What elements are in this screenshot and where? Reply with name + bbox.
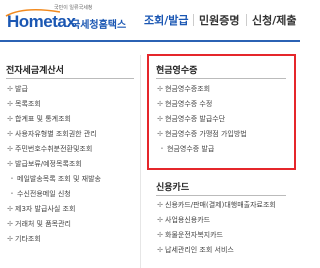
section-rule — [156, 78, 286, 79]
menu-item-label: 메일발송목록 조회 및 재발송 — [17, 175, 101, 183]
section-title-credit-card: 신용카드 — [156, 183, 190, 193]
menu-item-label: 주민번호수취분전환및조회 — [15, 145, 93, 153]
menu-item[interactable]: ✢ 목록조회 — [6, 97, 138, 112]
e-tax-invoice-menu: ✢ 발급 ✢ 목록조회 ✢ 합계표 및 통계조회 ✢ 사용자유형별 조회권한 관리 ✢ 주민번호수… — [6, 82, 138, 247]
plus-icon: ✢ — [157, 115, 163, 123]
plus-icon: ✢ — [157, 85, 163, 93]
menu-item[interactable]: ✢ 신용카드/판매(결제)대행매출자료조회 — [156, 198, 298, 213]
plus-icon: ✢ — [7, 235, 13, 243]
menu-item-label: 수신전용메일 신청 — [17, 190, 71, 198]
plus-icon: ✢ — [157, 100, 163, 108]
section-rule — [156, 195, 286, 196]
plus-icon: ✢ — [7, 160, 13, 168]
menu-item[interactable]: ✢ 주민번호수취분전환및조회 — [6, 142, 138, 157]
menu-item[interactable]: ✢ 기타조회 — [6, 232, 138, 247]
logo-name: Hometax — [7, 12, 76, 31]
menu-item-label: 신용카드/판매(결제)대행매출자료조회 — [165, 201, 276, 209]
menu-item-label: 제3자 발급사실 조회 — [15, 205, 76, 213]
menu-item[interactable]: ✢ 사용자유형별 조회권한 관리 — [6, 127, 138, 142]
menu-item-label: 사업용신용카드 — [165, 216, 211, 224]
plus-icon: ✢ — [7, 130, 13, 138]
menu-item[interactable]: ✢ 납세관리인 조회 서비스 — [156, 243, 298, 258]
plus-icon: ✢ — [157, 246, 163, 254]
plus-icon: ✢ — [157, 231, 163, 239]
plus-icon: ✢ — [7, 205, 13, 213]
menu-item-label: 납세관리인 조회 서비스 — [165, 246, 234, 254]
cash-receipt-menu: ✢ 현금영수증조회 ✢ 현금영수증 수정 ✢ 현금영수증 발급수단 ✢ 현금영수증 가맹점 가… — [156, 82, 292, 157]
plus-icon: ✢ — [7, 145, 13, 153]
menu-item-label: 화물운전자복지카드 — [165, 231, 223, 239]
logo-subtitle: 국세청홈택스 — [71, 20, 127, 31]
tab-civil-certificates[interactable]: 민원증명 — [199, 12, 239, 28]
menu-item[interactable]: ✢ 화물운전자복지카드 — [156, 228, 298, 243]
menu-item-label: 현금영수증 수정 — [165, 100, 213, 108]
menu-item-label: 발급보류/예정목록조회 — [15, 160, 82, 168]
bullet-icon: • — [10, 176, 14, 182]
menu-item[interactable]: • 메일발송목록 조회 및 재발송 — [6, 172, 138, 187]
credit-card-menu: ✢ 신용카드/판매(결제)대행매출자료조회 ✢ 사업용신용카드 ✢ 화물운전자복지카드 ✢ 납… — [156, 198, 298, 258]
menu-item[interactable]: • 현금영수증 발급 — [156, 142, 292, 157]
menu-item[interactable]: ✢ 현금영수증 발급수단 — [156, 112, 292, 127]
bullet-icon: • — [10, 191, 14, 197]
tab-inquiry-issue[interactable]: 조회/발급 — [144, 12, 189, 28]
menu-item-label: 사용자유형별 조회권한 관리 — [15, 130, 97, 138]
plus-icon: ✢ — [157, 201, 163, 209]
tab-apply-submit[interactable]: 신청/제출 — [252, 12, 297, 28]
menu-item[interactable]: ✢ 현금영수증 가맹점 가입방법 — [156, 127, 292, 142]
menu-item[interactable]: ✢ 합계표 및 통계조회 — [6, 112, 138, 127]
menu-item-label: 현금영수증 발급 — [167, 145, 215, 153]
menu-item[interactable]: ✢ 현금영수증조회 — [156, 82, 292, 97]
menu-item[interactable]: ✢ 발급보류/예정목록조회 — [6, 157, 138, 172]
plus-icon: ✢ — [157, 130, 163, 138]
menu-item[interactable]: ✢ 발급 — [6, 82, 138, 97]
menu-item-label: 발급 — [15, 85, 28, 93]
plus-icon: ✢ — [157, 216, 163, 224]
menu-item-label: 현금영수증 발급수단 — [165, 115, 226, 123]
menu-item[interactable]: ✢ 사업용신용카드 — [156, 213, 298, 228]
plus-icon: ✢ — [7, 220, 13, 228]
menu-item-label: 현금영수증조회 — [165, 85, 211, 93]
tab-divider — [193, 14, 194, 26]
menu-item[interactable]: ✢ 현금영수증 수정 — [156, 97, 292, 112]
plus-icon: ✢ — [7, 115, 13, 123]
menu-item-label: 현금영수증 가맹점 가입방법 — [165, 130, 247, 138]
section-title-e-tax-invoice: 전자세금계산서 — [6, 66, 64, 76]
menu-item-label: 합계표 및 통계조회 — [15, 115, 71, 123]
tab-divider — [246, 14, 247, 26]
menu-item[interactable]: • 수신전용메일 신청 — [6, 187, 138, 202]
menu-item[interactable]: ✢ 제3자 발급사실 조회 — [6, 202, 138, 217]
hometax-logo[interactable]: 국민이 일류국세청 Hometax 국세청홈택스 — [4, 4, 126, 36]
plus-icon: ✢ — [7, 85, 13, 93]
section-rule — [6, 78, 134, 79]
menu-item-label: 거래처 및 품목관리 — [15, 220, 71, 228]
column-divider — [140, 55, 141, 268]
bullet-icon: • — [160, 146, 164, 152]
section-title-cash-receipt: 현금영수증 — [156, 66, 198, 76]
menu-item-label: 기타조회 — [15, 235, 41, 243]
top-header: 국민이 일류국세청 Hometax 국세청홈택스 조회/발급 민원증명 신청/제… — [0, 0, 300, 42]
menu-item-label: 목록조회 — [15, 100, 41, 108]
plus-icon: ✢ — [7, 100, 13, 108]
menu-item[interactable]: ✢ 거래처 및 품목관리 — [6, 217, 138, 232]
